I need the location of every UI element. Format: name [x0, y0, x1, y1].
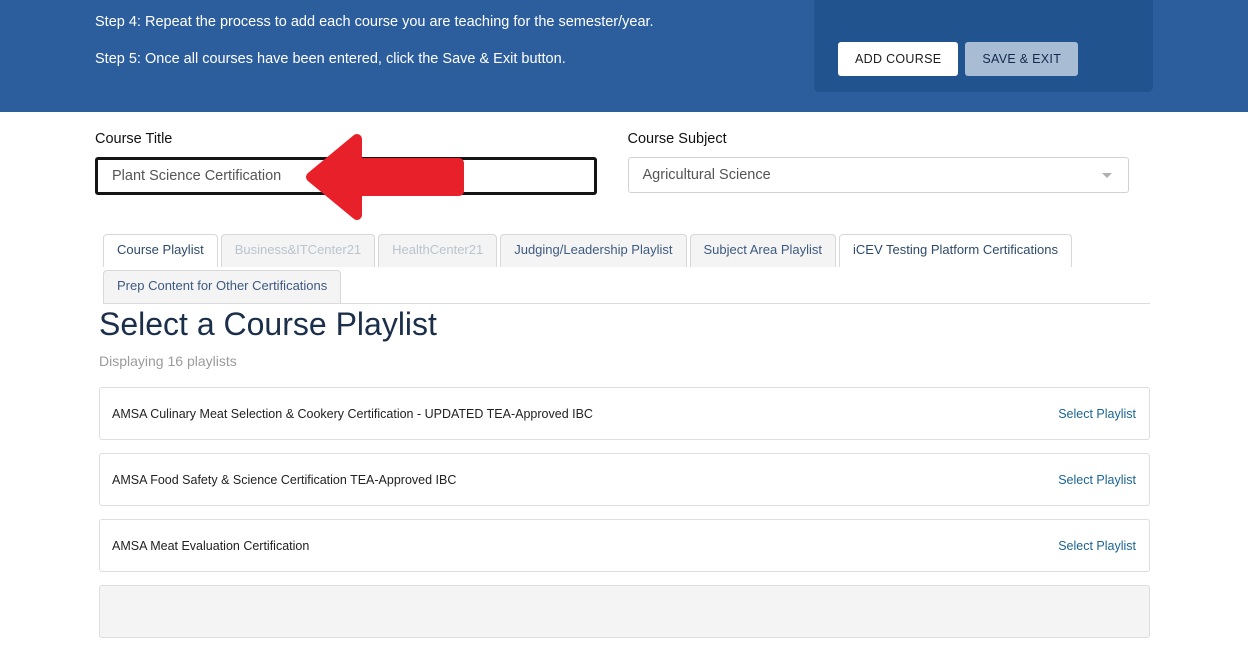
course-form-content: Course Title Plant Science Certification…	[0, 112, 1150, 638]
select-playlist-link[interactable]: Select Playlist	[1058, 407, 1136, 421]
tab-icev-testing-platform-certifications[interactable]: iCEV Testing Platform Certifications	[839, 234, 1072, 267]
step-instructions: Step 4: Repeat the process to add each c…	[95, 13, 795, 87]
tab-health-center21: HealthCenter21	[378, 234, 498, 267]
tab-subject-area-playlist[interactable]: Subject Area Playlist	[689, 234, 837, 267]
course-subject-label: Course Subject	[627, 131, 727, 147]
page-title: Select a Course Playlist	[99, 306, 437, 342]
course-title-input[interactable]: Plant Science Certification	[95, 157, 597, 195]
course-title-label: Course Title	[95, 131, 173, 147]
tab-divider	[103, 302, 1150, 304]
course-subject-field-group: Course Subject Agricultural Science	[627, 131, 1129, 195]
chevron-down-icon	[1102, 172, 1112, 178]
add-course-button[interactable]: ADD COURSE	[838, 41, 959, 76]
playlist-tabs: Course Playlist Business&ITCenter21 Heal…	[103, 234, 1150, 304]
course-title-field-group: Course Title Plant Science Certification	[95, 131, 597, 195]
playlist-row-title: AMSA Food Safety & Science Certification…	[112, 472, 457, 487]
playlist-row-title: AMSA Culinary Meat Selection & Cookery C…	[112, 406, 593, 421]
course-subject-value: Agricultural Science	[642, 167, 771, 183]
tab-row: Course Playlist Business&ITCenter21 Heal…	[103, 234, 1150, 303]
step-line: Step 5: Once all courses have been enter…	[95, 51, 566, 68]
step-line: Step 4: Repeat the process to add each c…	[95, 14, 654, 30]
playlist-list: AMSA Culinary Meat Selection & Cookery C…	[99, 387, 1150, 651]
playlist-row-title: AMSA Meat Evaluation Certification	[112, 538, 310, 553]
table-row[interactable]: AMSA Meat Evaluation Certification Selec…	[99, 519, 1150, 572]
playlist-header: Select a Course Playlist Displaying 16 p…	[99, 306, 437, 370]
course-form-row: Course Title Plant Science Certification…	[95, 131, 1129, 195]
select-playlist-link[interactable]: Select Playlist	[1058, 473, 1136, 487]
table-row[interactable]: AMSA Culinary Meat Selection & Cookery C…	[99, 387, 1150, 440]
select-playlist-link[interactable]: Select Playlist	[1058, 539, 1136, 553]
tab-judging-leadership-playlist[interactable]: Judging/Leadership Playlist	[500, 234, 687, 267]
playlist-count: Displaying 16 playlists	[99, 353, 237, 370]
header-action-panel: ADD COURSE SAVE & EXIT	[814, 0, 1153, 92]
course-subject-select[interactable]: Agricultural Science	[627, 157, 1129, 193]
tab-prep-content-other-certifications[interactable]: Prep Content for Other Certifications	[103, 269, 342, 303]
table-row[interactable]: AMSA Food Safety & Science Certification…	[99, 453, 1150, 506]
header-buttons: ADD COURSE SAVE & EXIT	[838, 41, 1079, 76]
tab-course-playlist[interactable]: Course Playlist	[103, 234, 218, 267]
save-and-exit-button[interactable]: SAVE & EXIT	[965, 41, 1079, 76]
table-row[interactable]	[99, 585, 1150, 638]
instruction-header: Step 4: Repeat the process to add each c…	[0, 0, 1248, 112]
tab-business-it-center21: Business&ITCenter21	[220, 234, 376, 267]
